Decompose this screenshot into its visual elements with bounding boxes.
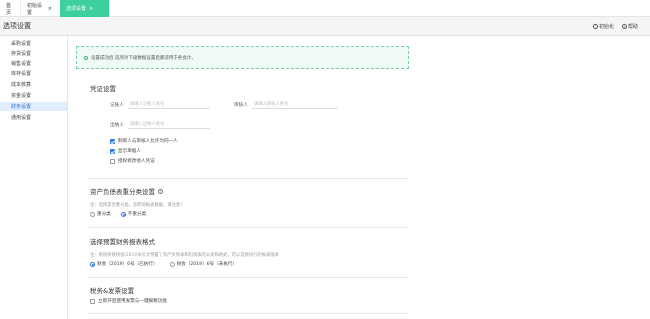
- divider: [88, 178, 409, 179]
- voucher-section-title: 凭证设置: [90, 85, 116, 93]
- same-person-label: 制单人与审核人允许为同一人: [118, 139, 178, 144]
- main-content: 设置成功后 选项对下级数据设置后都适用于各会计。 凭证设置 记账人 审核人 出纳…: [68, 36, 650, 319]
- balance-section-title: 资产负债表重分类设置 ?: [90, 186, 163, 196]
- edit-others-checkbox[interactable]: [110, 158, 115, 164]
- help-label: 帮助: [628, 24, 639, 30]
- close-icon[interactable]: ×: [89, 6, 93, 12]
- reset-label: 初始化: [599, 24, 615, 30]
- sidebar-item-sales[interactable]: 销售设置: [0, 59, 67, 68]
- balance-note: 注：选择是否重分类，会影响报表数据，请注意！: [90, 203, 185, 208]
- no-reclassify-option[interactable]: 不重分类: [120, 211, 147, 217]
- sidebar-item-label: 库存设置: [11, 71, 32, 77]
- sidebar-item-finance[interactable]: 财务设置: [0, 102, 67, 111]
- tab-home-label: 首页: [6, 2, 12, 16]
- format-executed-label: 财会〔2019〕6号（已执行）: [97, 262, 158, 267]
- show-maker-checkbox[interactable]: [110, 148, 115, 154]
- divider: [88, 277, 409, 278]
- cashier-input[interactable]: [128, 120, 210, 129]
- sidebar-item-label: 采购设置: [11, 41, 32, 47]
- notice-text: 设置成功后 选项对下级数据设置后都适用于各会计。: [91, 55, 196, 61]
- tab-initial-settings[interactable]: 初始设置 ×: [21, 0, 59, 17]
- auditor-label: 审核人: [234, 103, 248, 108]
- tab-option-settings-label: 选项设置: [66, 6, 87, 12]
- sidebar-item-label: 通用设置: [11, 115, 32, 121]
- sidebar-item-costing[interactable]: 成本核算: [0, 80, 67, 89]
- no-reclassify-label: 不重分类: [127, 212, 147, 217]
- balance-title-text: 资产负债表重分类设置: [90, 188, 155, 196]
- page-header: 选项设置 初始化 ? 帮助: [0, 17, 650, 36]
- sidebar-item-label: 存货设置: [11, 51, 32, 57]
- sidebar-item-label: 资金设置: [11, 93, 32, 99]
- show-maker-label: 显示单据人: [118, 149, 141, 154]
- tab-option-settings[interactable]: 选项设置 ×: [60, 0, 110, 17]
- format-executed-option[interactable]: 财会〔2019〕6号（已执行）: [90, 261, 158, 267]
- tax-option-checkbox[interactable]: [90, 298, 95, 304]
- auditor-input[interactable]: [252, 100, 338, 109]
- tax-option-row[interactable]: 立即开启使用发票与一键报税功能: [90, 298, 167, 304]
- close-icon[interactable]: ×: [48, 6, 52, 12]
- sidebar-item-label: 成本核算: [11, 82, 32, 88]
- maker-input[interactable]: [128, 100, 210, 109]
- tab-initial-settings-label: 初始设置: [27, 2, 43, 16]
- page-title: 选项设置: [3, 22, 31, 30]
- edit-others-label: 授权修改他人凭证: [118, 159, 155, 164]
- divider: [88, 313, 409, 314]
- sidebar-item-funds[interactable]: 资金设置: [0, 91, 67, 100]
- tax-option-label: 立即开启使用发票与一键报税功能: [98, 299, 167, 304]
- balance-radio-group: 重分类 不重分类: [90, 211, 146, 217]
- reset-button[interactable]: 初始化: [593, 23, 614, 30]
- format-radio-group: 财会〔2019〕6号（已执行） 财会〔2019〕6号（未执行）: [90, 261, 237, 267]
- edit-others-checkbox-row[interactable]: 授权修改他人凭证: [110, 158, 155, 164]
- format-section-title: 选择预置财务报表格式: [90, 238, 155, 246]
- sidebar-item-stock[interactable]: 库存设置: [0, 69, 67, 78]
- help-button[interactable]: ? 帮助: [622, 23, 638, 30]
- format-executed-radio[interactable]: [90, 261, 95, 267]
- reclassify-radio[interactable]: [90, 211, 95, 217]
- format-not-executed-option[interactable]: 财会〔2019〕6号（未执行）: [169, 261, 238, 267]
- sidebar-item-general[interactable]: 通用设置: [0, 113, 67, 122]
- info-icon: [84, 55, 88, 60]
- tax-section-title: 税务&发票设置: [90, 287, 135, 295]
- format-not-executed-label: 财会〔2019〕6号（未执行）: [176, 262, 238, 267]
- format-not-executed-radio[interactable]: [169, 261, 175, 267]
- format-note: 注：系统将按财会[2019]6号文预置了资产负债表和利润表的公式和格式，可以选择…: [90, 253, 279, 258]
- reclassify-option[interactable]: 重分类: [90, 211, 111, 217]
- tab-bar: 首页 初始设置 × 选项设置 ×: [0, 0, 650, 17]
- sidebar-item-label: 销售设置: [11, 61, 32, 67]
- maker-label: 记账人: [110, 103, 124, 108]
- sidebar-item-purchase[interactable]: 采购设置: [0, 39, 67, 48]
- tab-home[interactable]: 首页: [0, 0, 21, 17]
- same-person-checkbox-row[interactable]: 制单人与审核人允许为同一人: [110, 138, 178, 144]
- show-maker-checkbox-row[interactable]: 显示单据人: [110, 148, 141, 154]
- divider: [88, 227, 409, 228]
- no-reclassify-radio[interactable]: [120, 211, 126, 217]
- cashier-label: 出纳人: [110, 123, 124, 128]
- sidebar-item-label: 财务设置: [11, 104, 32, 110]
- question-icon[interactable]: ?: [158, 188, 163, 194]
- reclassify-label: 重分类: [97, 212, 111, 217]
- same-person-checkbox[interactable]: [110, 138, 115, 144]
- reset-icon: [593, 24, 598, 29]
- sidebar-item-inventory-goods[interactable]: 存货设置: [0, 49, 67, 58]
- help-icon: ?: [622, 24, 627, 29]
- notice-banner: 设置成功后 选项对下级数据设置后都适用于各会计。: [76, 46, 409, 69]
- sidebar: 采购设置 存货设置 销售设置 库存设置 成本核算 资金设置 财务设置 通用设置: [0, 36, 68, 319]
